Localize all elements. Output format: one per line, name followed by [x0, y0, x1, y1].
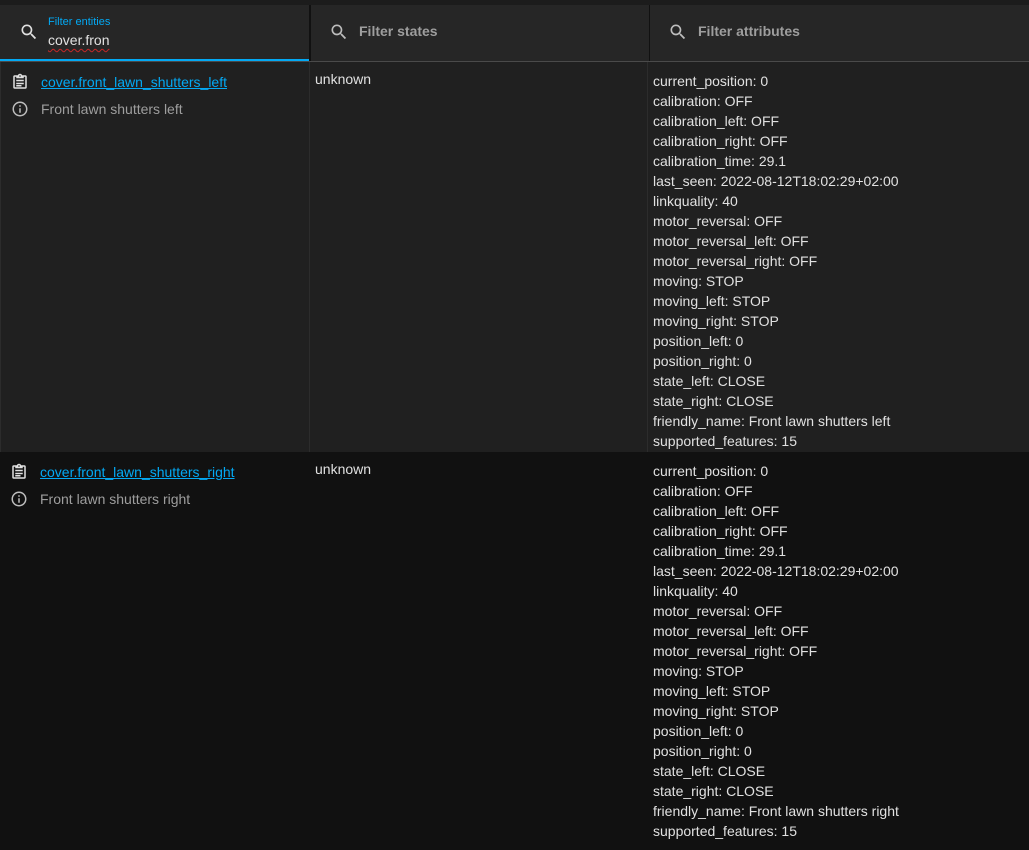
filter-entities-input[interactable]: cover.fron — [48, 32, 109, 48]
attribute-line: state_left: CLOSE — [653, 373, 766, 389]
attribute-line: linkquality: 40 — [653, 193, 738, 209]
attribute-line: calibration_time: 29.1 — [653, 543, 787, 559]
filter-entities-field[interactable]: Filter entities cover.fron — [0, 5, 309, 61]
attribute-line: moving: STOP — [653, 273, 744, 289]
attribute-line: motor_reversal: OFF — [653, 603, 783, 619]
attribute-line: calibration_time: 29.1 — [653, 153, 787, 169]
attribute-line: position_right: 0 — [653, 353, 752, 369]
attribute-line: moving: STOP — [653, 663, 744, 679]
attribute-line: motor_reversal_right: OFF — [653, 643, 818, 659]
attribute-line: position_left: 0 — [653, 723, 744, 739]
entities-table: Filter entities cover.fron Filter states… — [0, 5, 1029, 850]
attribute-line: current_position: 0 — [653, 463, 769, 479]
attribute-line: moving_left: STOP — [653, 293, 771, 309]
filter-states-field[interactable]: Filter states — [311, 5, 649, 61]
state-value: unknown — [315, 71, 372, 87]
attribute-line: motor_reversal_left: OFF — [653, 623, 809, 639]
attribute-line: calibration_left: OFF — [653, 113, 780, 129]
entity-id-link[interactable]: cover.front_lawn_shutters_left — [41, 74, 227, 90]
attribute-line: last_seen: 2022-08-12T18:02:29+02:00 — [653, 173, 899, 189]
attribute-line: current_position: 0 — [653, 73, 769, 89]
table-row: cover.front_lawn_shutters_right Front la… — [0, 452, 1029, 850]
info-icon — [11, 491, 27, 507]
table-row: cover.front_lawn_shutters_left Front law… — [0, 62, 1029, 452]
attribute-line: position_left: 0 — [653, 333, 744, 349]
info-icon — [12, 101, 28, 117]
filter-entities-label: Filter entities — [48, 16, 111, 28]
attribute-line: motor_reversal_right: OFF — [653, 253, 818, 269]
attribute-line: friendly_name: Front lawn shutters right — [653, 803, 899, 819]
attribute-line: state_left: CLOSE — [653, 763, 766, 779]
attribute-line: calibration: OFF — [653, 93, 753, 109]
attribute-line: moving_left: STOP — [653, 683, 771, 699]
filter-attributes-placeholder[interactable]: Filter attributes — [698, 23, 800, 39]
entity-cell: cover.front_lawn_shutters_right Front la… — [0, 452, 310, 850]
attribute-line: moving_right: STOP — [653, 703, 779, 719]
state-value: unknown — [315, 461, 372, 477]
attribute-line: calibration_left: OFF — [653, 503, 780, 519]
friendly-name: Front lawn shutters right — [40, 491, 191, 507]
filter-attributes-field[interactable]: Filter attributes — [649, 5, 1029, 61]
attribute-line: calibration_right: OFF — [653, 133, 788, 149]
attribute-line: calibration: OFF — [653, 483, 753, 499]
search-icon — [670, 24, 686, 40]
attribute-line: position_right: 0 — [653, 743, 752, 759]
entity-id-link[interactable]: cover.front_lawn_shutters_right — [40, 464, 235, 480]
attribute-line: calibration_right: OFF — [653, 523, 788, 539]
attribute-line: linkquality: 40 — [653, 583, 738, 599]
attributes-cell: current_position: 0 calibration: OFF cal… — [648, 452, 1029, 850]
state-cell: unknown — [310, 452, 648, 850]
attribute-line: motor_reversal: OFF — [653, 213, 783, 229]
search-icon — [331, 24, 347, 40]
attribute-line: moving_right: STOP — [653, 313, 779, 329]
filter-states-placeholder[interactable]: Filter states — [359, 23, 438, 39]
attribute-line: motor_reversal_left: OFF — [653, 233, 809, 249]
clipboard-icon[interactable] — [10, 462, 28, 482]
attribute-line: supported_features: 15 — [653, 823, 797, 839]
attributes-cell: current_position: 0 calibration: OFF cal… — [648, 62, 1029, 452]
search-icon — [21, 24, 37, 40]
attribute-line: state_right: CLOSE — [653, 393, 774, 409]
clipboard-icon[interactable] — [11, 72, 29, 92]
attribute-line: last_seen: 2022-08-12T18:02:29+02:00 — [653, 563, 899, 579]
attribute-line: state_right: CLOSE — [653, 783, 774, 799]
filter-header: Filter entities cover.fron Filter states… — [0, 5, 1029, 62]
entity-cell: cover.front_lawn_shutters_left Front law… — [0, 62, 310, 452]
friendly-name: Front lawn shutters left — [41, 101, 183, 117]
state-cell: unknown — [310, 62, 648, 452]
attribute-line: supported_features: 15 — [653, 433, 797, 449]
attribute-line: friendly_name: Front lawn shutters left — [653, 413, 891, 429]
